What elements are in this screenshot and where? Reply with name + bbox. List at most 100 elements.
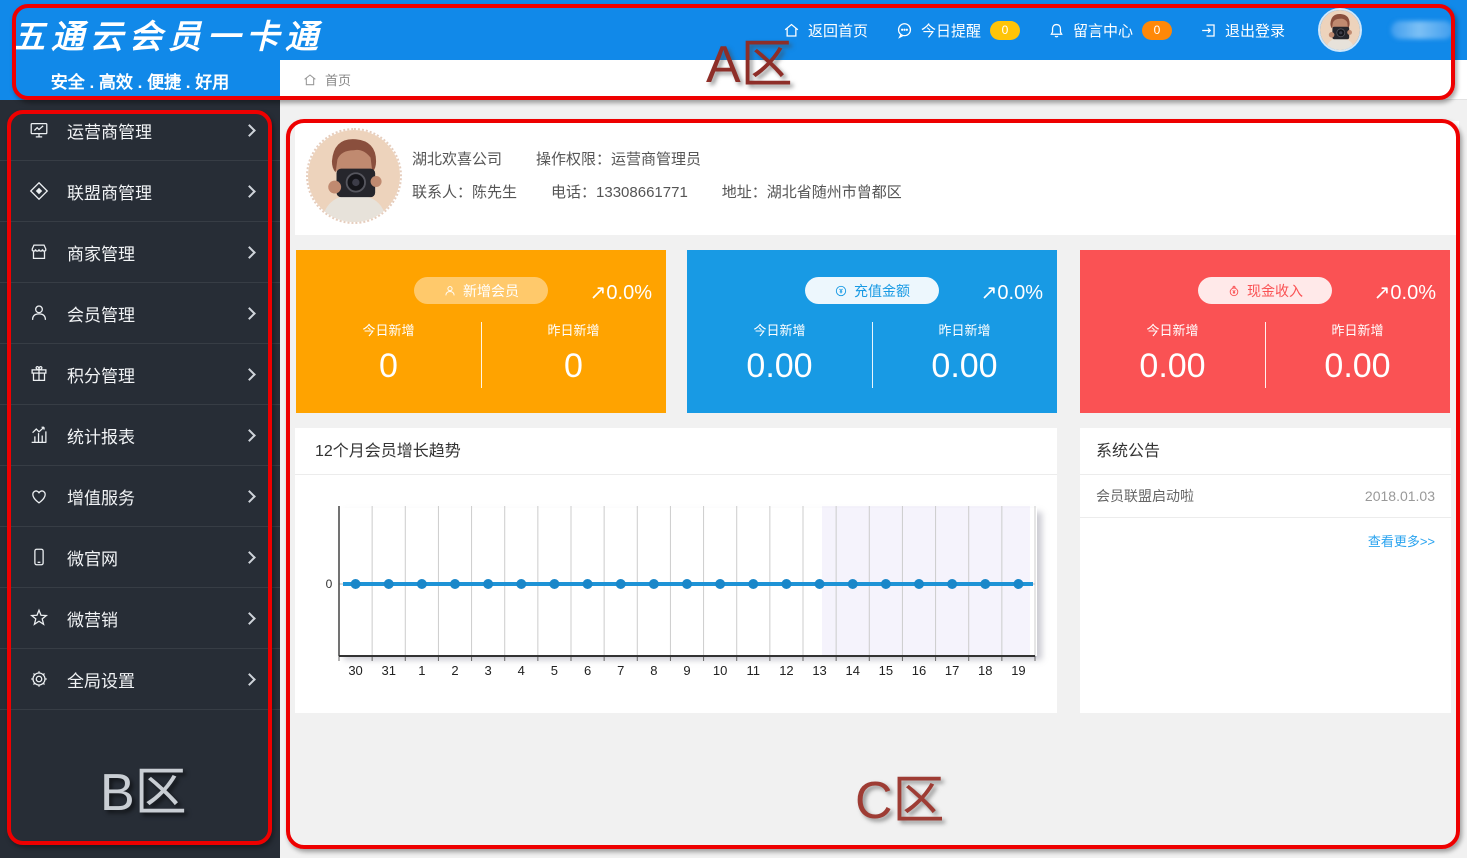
svg-text:17: 17 bbox=[945, 663, 959, 678]
svg-text:8: 8 bbox=[650, 663, 657, 678]
trend-value: ↗0.0% bbox=[1374, 280, 1436, 305]
breadcrumb: 首页 bbox=[280, 60, 1467, 100]
today-label: 今日新增 bbox=[1080, 320, 1265, 339]
sidebar-menu: 运营商管理 联盟商管理 商家管理 会员管理 积分管理 统计报表 增值服务 微官网… bbox=[0, 100, 280, 858]
sidebar-item-global-settings[interactable]: 全局设置 bbox=[0, 649, 280, 710]
nav-message-center-label: 留言中心 bbox=[1073, 20, 1133, 41]
heart-icon bbox=[28, 485, 50, 507]
svg-text:1: 1 bbox=[418, 663, 425, 678]
messages-count-badge: 0 bbox=[1142, 21, 1172, 40]
permission-text: 操作权限：运营商管理员 bbox=[536, 148, 701, 169]
gear-icon bbox=[28, 668, 50, 690]
today-value: 0.00 bbox=[1080, 347, 1265, 386]
trend-value: ↗0.0% bbox=[981, 280, 1043, 305]
chart-title: 12个月会员增长趋势 bbox=[295, 428, 1057, 475]
svg-text:4: 4 bbox=[518, 663, 525, 678]
stat-card-recharge-amount: 充值金额 ↗0.0% 今日新增0.00 昨日新增0.00 bbox=[687, 250, 1057, 413]
svg-text:9: 9 bbox=[683, 663, 690, 678]
svg-text:0: 0 bbox=[326, 577, 333, 591]
nav-message-center[interactable]: 留言中心 0 bbox=[1047, 20, 1172, 41]
home-icon bbox=[302, 72, 318, 88]
username-redacted bbox=[1391, 21, 1453, 39]
sidebar-item-alliance[interactable]: 联盟商管理 bbox=[0, 161, 280, 222]
card-title-pill: 新增会员 bbox=[414, 277, 548, 304]
gift-icon bbox=[28, 363, 50, 385]
announcements-panel: 系统公告 会员联盟启动啦 2018.01.03 查看更多>> bbox=[1080, 428, 1451, 713]
nav-return-home-label: 返回首页 bbox=[808, 20, 868, 41]
sidebar-item-points[interactable]: 积分管理 bbox=[0, 344, 280, 405]
chevron-right-icon bbox=[243, 185, 256, 198]
chevron-right-icon bbox=[243, 673, 256, 686]
svg-text:18: 18 bbox=[978, 663, 992, 678]
sidebar-item-micro-marketing[interactable]: 微营销 bbox=[0, 588, 280, 649]
avatar-photo-icon bbox=[1320, 10, 1360, 50]
moneybag-icon bbox=[1227, 284, 1241, 298]
user-icon bbox=[443, 284, 457, 298]
divider bbox=[481, 322, 482, 388]
svg-text:6: 6 bbox=[584, 663, 591, 678]
chevron-right-icon bbox=[243, 551, 256, 564]
announcement-date: 2018.01.03 bbox=[1365, 488, 1435, 504]
app-logo: 五通云会员一卡通 bbox=[12, 10, 324, 58]
announcement-text: 会员联盟启动啦 bbox=[1096, 486, 1194, 506]
recharge-icon bbox=[834, 284, 848, 298]
announcements-title: 系统公告 bbox=[1080, 428, 1451, 475]
home-icon bbox=[782, 21, 801, 40]
nav-return-home[interactable]: 返回首页 bbox=[782, 20, 868, 41]
svg-text:12: 12 bbox=[779, 663, 793, 678]
yesterday-label: 昨日新增 bbox=[872, 320, 1057, 339]
chevron-right-icon bbox=[243, 612, 256, 625]
yesterday-value: 0.00 bbox=[872, 347, 1057, 386]
bell-icon bbox=[1047, 21, 1066, 40]
sidebar-item-merchants[interactable]: 商家管理 bbox=[0, 222, 280, 283]
stat-card-new-members: 新增会员 ↗0.0% 今日新增0 昨日新增0 bbox=[296, 250, 666, 413]
profile-avatar bbox=[306, 128, 402, 224]
announcement-item[interactable]: 会员联盟启动啦 2018.01.03 bbox=[1080, 475, 1451, 518]
yesterday-value: 0 bbox=[481, 347, 666, 386]
svg-text:16: 16 bbox=[912, 663, 926, 678]
top-header: 五通云会员一卡通 返回首页 今日提醒 0 留言中心 0 退出登录 bbox=[0, 0, 1467, 60]
phone-text: 电话：13308661771 bbox=[551, 181, 688, 202]
breadcrumb-home[interactable]: 首页 bbox=[325, 70, 351, 89]
diamond-icon bbox=[28, 180, 50, 202]
chevron-right-icon bbox=[243, 246, 256, 259]
svg-text:15: 15 bbox=[879, 663, 893, 678]
nav-today-reminders-label: 今日提醒 bbox=[921, 20, 981, 41]
divider bbox=[1265, 322, 1266, 388]
chevron-right-icon bbox=[243, 124, 256, 137]
sidebar-item-reports[interactable]: 统计报表 bbox=[0, 405, 280, 466]
trend-value: ↗0.0% bbox=[590, 280, 652, 305]
stat-card-cash-income: 现金收入 ↗0.0% 今日新增0.00 昨日新增0.00 bbox=[1080, 250, 1450, 413]
user-icon bbox=[28, 302, 50, 324]
user-avatar[interactable] bbox=[1318, 8, 1362, 52]
svg-text:5: 5 bbox=[551, 663, 558, 678]
star-icon bbox=[28, 607, 50, 629]
svg-text:10: 10 bbox=[713, 663, 727, 678]
yesterday-label: 昨日新增 bbox=[481, 320, 666, 339]
logout-icon bbox=[1199, 21, 1218, 40]
svg-text:30: 30 bbox=[348, 663, 362, 678]
monitor-icon bbox=[28, 119, 50, 141]
nav-today-reminders[interactable]: 今日提醒 0 bbox=[895, 20, 1020, 41]
nav-logout[interactable]: 退出登录 bbox=[1199, 20, 1285, 41]
today-label: 今日新增 bbox=[296, 320, 481, 339]
tagline-text: 安全 . 高效 . 便捷 . 好用 bbox=[51, 68, 230, 93]
sidebar-item-value-added[interactable]: 增值服务 bbox=[0, 466, 280, 527]
sidebar-item-members[interactable]: 会员管理 bbox=[0, 283, 280, 344]
svg-text:7: 7 bbox=[617, 663, 624, 678]
yesterday-value: 0.00 bbox=[1265, 347, 1450, 386]
store-icon bbox=[28, 241, 50, 263]
view-more-link[interactable]: 查看更多>> bbox=[1080, 518, 1451, 550]
sidebar-item-micro-site[interactable]: 微官网 bbox=[0, 527, 280, 588]
avatar-photo-icon bbox=[308, 130, 400, 222]
phone-icon bbox=[28, 546, 50, 568]
divider bbox=[872, 322, 873, 388]
today-value: 0.00 bbox=[687, 347, 872, 386]
chat-icon bbox=[895, 21, 914, 40]
card-title-pill: 充值金额 bbox=[805, 277, 939, 304]
svg-text:13: 13 bbox=[812, 663, 826, 678]
header-nav: 返回首页 今日提醒 0 留言中心 0 退出登录 bbox=[782, 0, 1453, 60]
contact-text: 联系人：陈先生 bbox=[412, 181, 517, 202]
sidebar-item-operators[interactable]: 运营商管理 bbox=[0, 100, 280, 161]
company-name: 湖北欢喜公司 bbox=[412, 148, 502, 169]
